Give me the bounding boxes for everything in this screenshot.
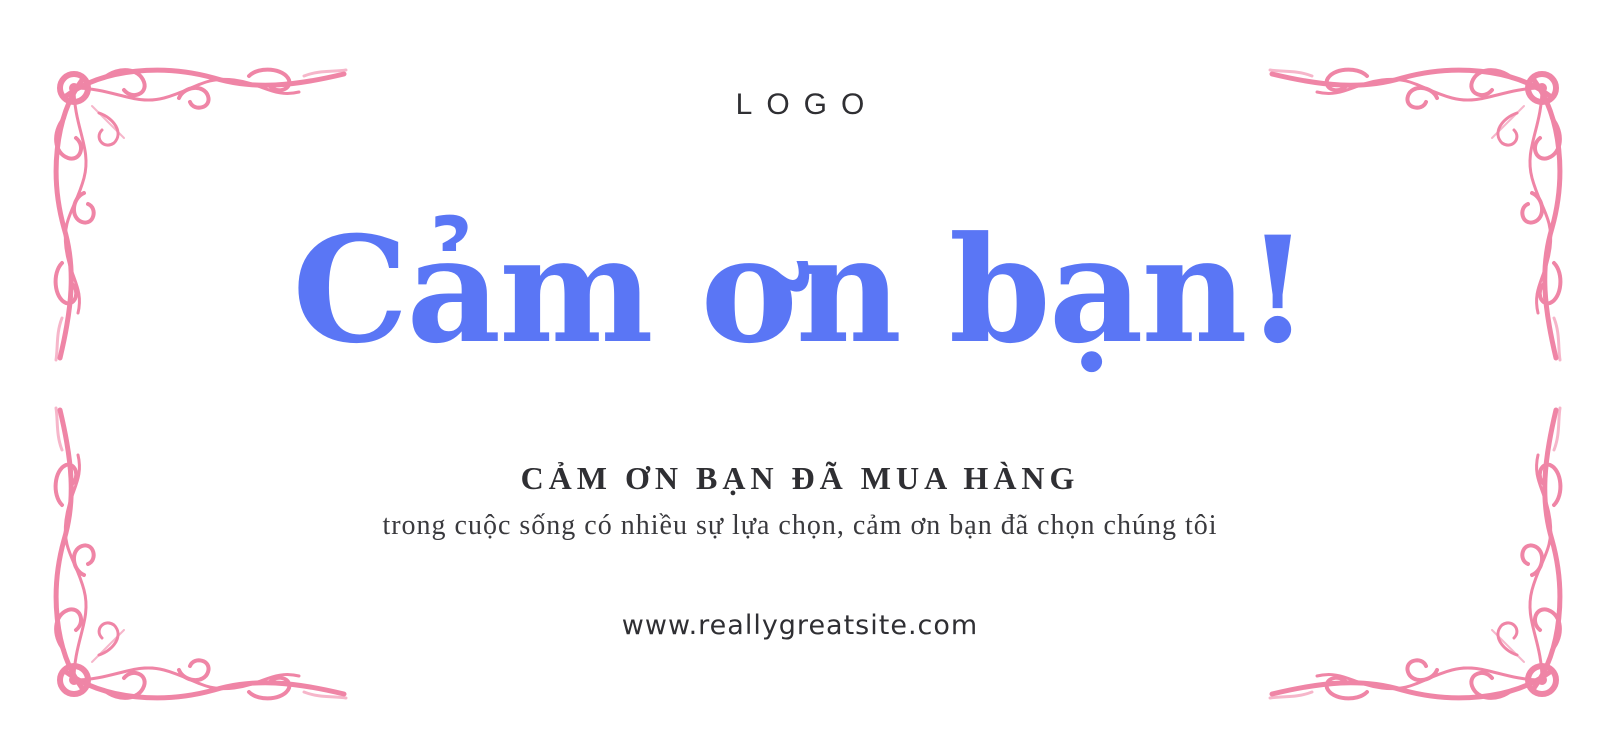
website-link[interactable]: www.reallygreatsite.com <box>0 610 1600 641</box>
headline: Cảm ơn bạn! <box>292 205 1309 376</box>
corner-flourish-bottom-left-icon <box>44 400 354 710</box>
subtitle: CẢM ƠN BẠN ĐÃ MUA HÀNG <box>520 460 1080 496</box>
thank-you-card: LOGO Cảm ơn bạn! CẢM ƠN BẠN ĐÃ MUA HÀNG … <box>0 0 1600 754</box>
tagline: trong cuộc sống có nhiều sự lựa chọn, cả… <box>382 510 1218 541</box>
logo-text: LOGO <box>735 88 879 121</box>
corner-flourish-bottom-right-icon <box>1262 400 1572 710</box>
